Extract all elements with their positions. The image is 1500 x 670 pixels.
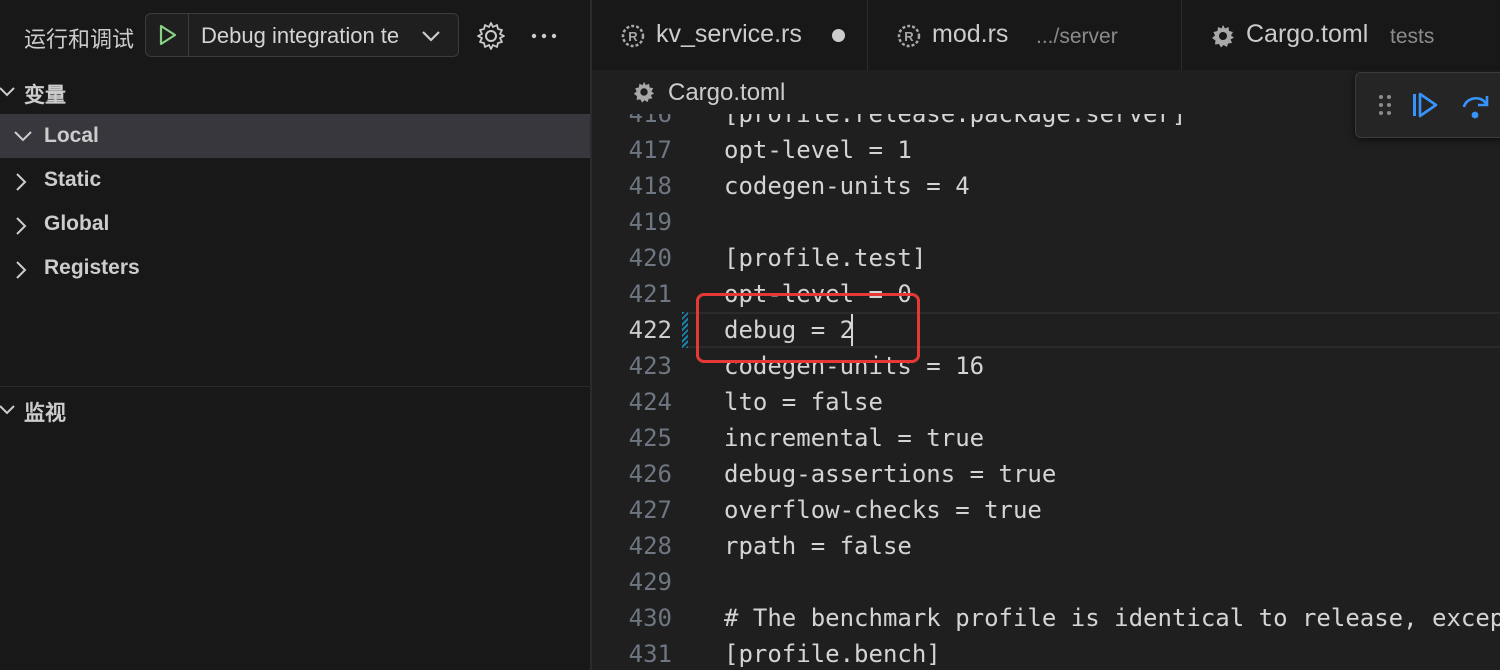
chevron-down-icon (0, 405, 15, 415)
line-text: opt-level = 1 (724, 136, 912, 164)
code-line: 428 rpath = false (592, 528, 1500, 564)
modified-line-gutter-marker[interactable] (682, 312, 688, 348)
editor-tab-bar: R kv_service.rs R mod.rs .../server Carg… (592, 0, 1500, 70)
tab-label: kv_service.rs (656, 20, 802, 48)
start-debugging-button[interactable] (146, 14, 189, 56)
breadcrumb-file[interactable]: Cargo.toml (668, 79, 785, 107)
scope-static[interactable]: Static (0, 158, 590, 202)
line-text: opt-level = 0 (724, 280, 912, 308)
line-number: 424 (628, 388, 672, 416)
watch-section-header[interactable]: 监视 (0, 388, 590, 432)
scope-global[interactable]: Global (0, 202, 590, 246)
chevron-down-icon (422, 31, 440, 42)
svg-text:R: R (904, 29, 914, 44)
code-line: 431 [profile.bench] (592, 636, 1500, 670)
section-divider (0, 386, 590, 387)
chevron-down-icon (0, 87, 15, 97)
scope-label: Local (44, 124, 99, 147)
chevron-down-icon (14, 131, 32, 142)
vscode-window: 运行和调试 Debug integration te 变量 Local Stat… (0, 0, 1500, 670)
chevron-right-icon (16, 173, 27, 191)
play-icon (159, 24, 177, 46)
line-text: [profile.release.package.server] (724, 114, 1187, 128)
line-number: 430 (628, 604, 672, 632)
current-code-line: 422 debug = 2 (592, 312, 1500, 348)
scope-label: Global (44, 212, 110, 235)
code-line: 424 lto = false (592, 384, 1500, 420)
code-line: 425 incremental = true (592, 420, 1500, 456)
scope-registers[interactable]: Registers (0, 246, 590, 290)
line-text: # The benchmark profile is identical to … (724, 604, 1500, 632)
chevron-right-icon (16, 261, 27, 279)
variables-section-title: 变量 (24, 84, 66, 107)
watch-section-title: 监视 (24, 402, 66, 425)
code-line: 430 # The benchmark profile is identical… (592, 600, 1500, 636)
line-number: 417 (628, 136, 672, 164)
line-number: 428 (628, 532, 672, 560)
line-number: 425 (628, 424, 672, 452)
drag-grip-icon[interactable] (1378, 93, 1392, 117)
rust-icon: R (897, 24, 921, 48)
code-line: 426 debug-assertions = true (592, 456, 1500, 492)
code-line: 423 codegen-units = 16 (592, 348, 1500, 384)
line-text: overflow-checks = true (724, 496, 1042, 524)
debug-config-dropdown[interactable]: Debug integration te (145, 13, 459, 57)
line-number: 423 (628, 352, 672, 380)
gear-icon (633, 81, 655, 103)
line-number: 419 (628, 208, 672, 236)
code-line: 421 opt-level = 0 (592, 276, 1500, 312)
code-line: 419 (592, 204, 1500, 240)
tab-label: Cargo.toml (1246, 20, 1369, 48)
line-text: lto = false (724, 388, 883, 416)
chevron-right-icon (16, 217, 27, 235)
tab-label: mod.rs (932, 20, 1009, 48)
scope-label: Registers (44, 256, 140, 279)
code-line: 427 overflow-checks = true (592, 492, 1500, 528)
tab-description: tests (1390, 25, 1435, 48)
code-line: 418 codegen-units = 4 (592, 168, 1500, 204)
line-number: 429 (628, 568, 672, 596)
line-number: 421 (628, 280, 672, 308)
tab-description: .../server (1036, 25, 1118, 48)
more-actions-icon[interactable] (529, 26, 559, 46)
line-number: 427 (628, 496, 672, 524)
tab-kv-service-rs[interactable]: R kv_service.rs (592, 0, 868, 70)
debug-toolbar: 运行和调试 Debug integration te (0, 0, 590, 70)
line-text: rpath = false (724, 532, 912, 560)
line-text: [profile.bench] (724, 640, 941, 668)
gear-icon (1212, 25, 1234, 48)
scope-local[interactable]: Local (0, 114, 590, 158)
line-number: 418 (628, 172, 672, 200)
code-line: 429 (592, 564, 1500, 600)
scope-label: Static (44, 168, 102, 191)
step-over-icon[interactable] (1460, 91, 1490, 121)
line-number: 422 (628, 316, 672, 344)
line-text: incremental = true (724, 424, 985, 452)
tab-cargo-toml-tests[interactable]: Cargo.toml tests (1182, 0, 1500, 70)
line-text: debug = 2 (724, 316, 855, 344)
svg-text:R: R (628, 29, 638, 44)
line-text: codegen-units = 4 (724, 172, 970, 200)
line-number: 416 (628, 114, 672, 128)
rust-icon: R (621, 24, 645, 48)
variables-section-header[interactable]: 变量 (0, 70, 590, 114)
open-launch-json-gear-icon[interactable] (476, 21, 506, 51)
debug-sidebar: 运行和调试 Debug integration te 变量 Local Stat… (0, 0, 590, 670)
floating-debug-toolbar (1355, 72, 1500, 138)
line-number: 431 (628, 640, 672, 668)
unsaved-dot-icon[interactable] (832, 29, 845, 42)
code-editor[interactable]: 416 [profile.release.package.server] 417… (592, 114, 1500, 670)
line-text: debug-assertions = true (724, 460, 1057, 488)
code-line: 420 [profile.test] (592, 240, 1500, 276)
tab-mod-rs[interactable]: R mod.rs .../server (868, 0, 1182, 70)
text-cursor (851, 314, 853, 346)
debug-config-name: Debug integration te (201, 23, 400, 48)
continue-icon[interactable] (1410, 91, 1440, 119)
line-number: 420 (628, 244, 672, 272)
line-text: codegen-units = 16 (724, 352, 985, 380)
line-number: 426 (628, 460, 672, 488)
run-and-debug-title: 运行和调试 (24, 27, 135, 52)
line-text: [profile.test] (724, 244, 927, 272)
